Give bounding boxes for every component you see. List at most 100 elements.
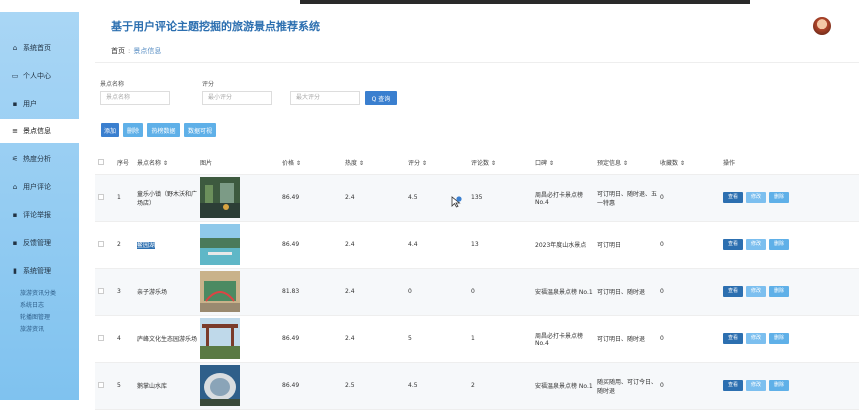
avatar[interactable]: [813, 17, 831, 35]
edit-button[interactable]: 修改: [746, 239, 767, 250]
name-filter-label: 景点名称: [100, 81, 125, 88]
cell-price: 86.49: [282, 221, 345, 269]
sidebar-item-attractions[interactable]: ≡ 景点信息: [0, 119, 79, 143]
sidebar: ⌂ 系统首页 ▭ 个人中心 ▪ 用户 ≡ 景点信息 ⚟ 热度分析 ⌂ 用户评论 ▪ 评论举报 …: [0, 12, 79, 400]
col-score[interactable]: 评分 ⇕: [408, 152, 471, 175]
divider: [95, 62, 859, 63]
table-row: 2 鳌园湖 86.49 2.4 4.4 13 2023年度山水景点 可订明日 0…: [95, 221, 859, 269]
table-row: 4 庐峰文化生态园游乐场 86.49 2.4 5 1 周昌必打卡景点榜 No.4…: [95, 315, 859, 363]
cell-heat: 2.4: [345, 315, 408, 363]
cell-actions: 查看 修改 删除: [723, 315, 859, 363]
sidebar-item-label: 用户评论: [23, 183, 51, 191]
sidebar-item-label: 系统管理: [23, 267, 51, 275]
sidebar-item-home[interactable]: ⌂ 系统首页: [0, 36, 79, 60]
sidebar-item-review-reports[interactable]: ▪ 评论举报: [0, 203, 79, 227]
cell-tag: 安福温泉景点榜 No.1: [535, 268, 597, 316]
cell-tag: 周昌必打卡景点榜 No.4: [535, 174, 597, 222]
sidebar-subitem-carousel[interactable]: 轮播图管理: [20, 312, 50, 321]
view-button[interactable]: 查看: [723, 192, 744, 203]
row-checkbox[interactable]: [98, 287, 104, 294]
edit-button[interactable]: 修改: [746, 333, 767, 344]
sidebar-item-users[interactable]: ▪ 用户: [0, 92, 79, 116]
select-all-checkbox[interactable]: [98, 158, 104, 165]
edit-button[interactable]: 修改: [746, 286, 767, 297]
score-filter-label: 评分: [202, 81, 215, 88]
sidebar-subitem-system-log[interactable]: 系统日志: [20, 300, 44, 309]
sidebar-subitem-news[interactable]: 旅游资讯: [20, 324, 44, 333]
cell-heat: 2.4: [345, 174, 408, 222]
cell-reviews: 135: [471, 174, 535, 222]
external-strip: [300, 0, 750, 4]
sidebar-subitem-news-category[interactable]: 旅游资讯分类: [20, 288, 56, 297]
edit-button[interactable]: 修改: [746, 192, 767, 203]
sidebar-item-heat-analysis[interactable]: ⚟ 热度分析: [0, 147, 79, 171]
sidebar-item-system[interactable]: ▮ 系统管理: [0, 259, 79, 283]
min-score-input[interactable]: 最小评分: [202, 91, 272, 105]
cell-image: [200, 268, 282, 316]
delete-row-button[interactable]: 删除: [769, 380, 790, 391]
col-heat[interactable]: 热度 ⇕: [345, 152, 408, 175]
attraction-photo: [200, 318, 240, 359]
cell-name: 鹅掌山水库: [137, 362, 200, 410]
col-favorites[interactable]: 收藏数 ⇕: [660, 152, 723, 175]
breadcrumb-home[interactable]: 首页: [111, 47, 125, 55]
max-score-input[interactable]: 最大评分: [290, 91, 360, 105]
attractions-table: 序号 景点名称 ⇕ 图片 价格 ⇕ 热度 ⇕ 评分 ⇕ 评论数 ⇕ 口碑 ⇕ 预…: [95, 152, 859, 410]
cell-score: 5: [408, 315, 471, 363]
view-button[interactable]: 查看: [723, 380, 744, 391]
view-button[interactable]: 查看: [723, 239, 744, 250]
cell-price: 86.49: [282, 174, 345, 222]
delete-button[interactable]: 删除: [123, 123, 143, 137]
cell-price: 81.83: [282, 268, 345, 316]
name-filter-input[interactable]: 景点名称: [100, 91, 170, 105]
view-button[interactable]: 查看: [723, 286, 744, 297]
sidebar-item-label: 反馈管理: [23, 239, 51, 247]
add-button[interactable]: 添加: [101, 123, 119, 137]
cell-index: 1: [117, 174, 137, 222]
delete-row-button[interactable]: 删除: [769, 239, 790, 250]
col-name[interactable]: 景点名称 ⇕: [137, 152, 200, 175]
cell-heat: 2.5: [345, 362, 408, 410]
grid-icon: ▪: [12, 239, 18, 247]
row-checkbox[interactable]: [98, 334, 104, 341]
cell-index: 5: [117, 362, 137, 410]
window-top-strip: [0, 0, 859, 6]
sidebar-item-feedback[interactable]: ▪ 反馈管理: [0, 231, 79, 255]
col-reviews[interactable]: 评论数 ⇕: [471, 152, 535, 175]
cell-actions: 查看 修改 删除: [723, 268, 859, 316]
row-checkbox[interactable]: [98, 193, 104, 200]
cell-reviews: 2: [471, 362, 535, 410]
cell-price: 86.49: [282, 315, 345, 363]
cell-tag: 周昌必打卡景点榜 No.4: [535, 315, 597, 363]
col-tag[interactable]: 口碑 ⇕: [535, 152, 597, 175]
cell-index: 3: [117, 268, 137, 316]
edit-button[interactable]: 修改: [746, 380, 767, 391]
delete-row-button[interactable]: 删除: [769, 286, 790, 297]
search-button[interactable]: Q 查询: [365, 91, 397, 105]
cell-index: 4: [117, 315, 137, 363]
sidebar-item-profile[interactable]: ▭ 个人中心: [0, 64, 79, 88]
cell-booking: 可订明日、随时退: [597, 268, 660, 316]
sidebar-item-label: 用户: [23, 100, 37, 108]
table-header-row: 序号 景点名称 ⇕ 图片 价格 ⇕ 热度 ⇕ 评分 ⇕ 评论数 ⇕ 口碑 ⇕ 预…: [95, 152, 859, 175]
cell-favorites: 0: [660, 315, 723, 363]
cell-favorites: 0: [660, 221, 723, 269]
view-button[interactable]: 查看: [723, 333, 744, 344]
cell-heat: 2.4: [345, 221, 408, 269]
cell-actions: 查看 修改 删除: [723, 362, 859, 410]
app-title: 基于用户评论主题挖掘的旅游景点推荐系统: [111, 20, 320, 33]
delete-row-button[interactable]: 删除: [769, 333, 790, 344]
sidebar-item-label: 个人中心: [23, 72, 51, 80]
cell-actions: 查看 修改 删除: [723, 174, 859, 222]
table-row: 5 鹅掌山水库 86.49 2.5 4.5 2 安福温泉景点榜 No.1 随买随…: [95, 362, 859, 410]
row-checkbox[interactable]: [98, 381, 104, 388]
col-booking[interactable]: 预定信息 ⇕: [597, 152, 660, 175]
row-checkbox[interactable]: [98, 240, 104, 247]
sidebar-item-user-reviews[interactable]: ⌂ 用户评论: [0, 175, 79, 199]
col-price[interactable]: 价格 ⇕: [282, 152, 345, 175]
data-visual-button[interactable]: 数据可视: [184, 123, 216, 137]
cell-actions: 查看 修改 删除: [723, 221, 859, 269]
delete-row-button[interactable]: 删除: [769, 192, 790, 203]
hot-data-button[interactable]: 热榜数据: [147, 123, 180, 137]
cell-name: 庐峰文化生态园游乐场: [137, 315, 200, 363]
